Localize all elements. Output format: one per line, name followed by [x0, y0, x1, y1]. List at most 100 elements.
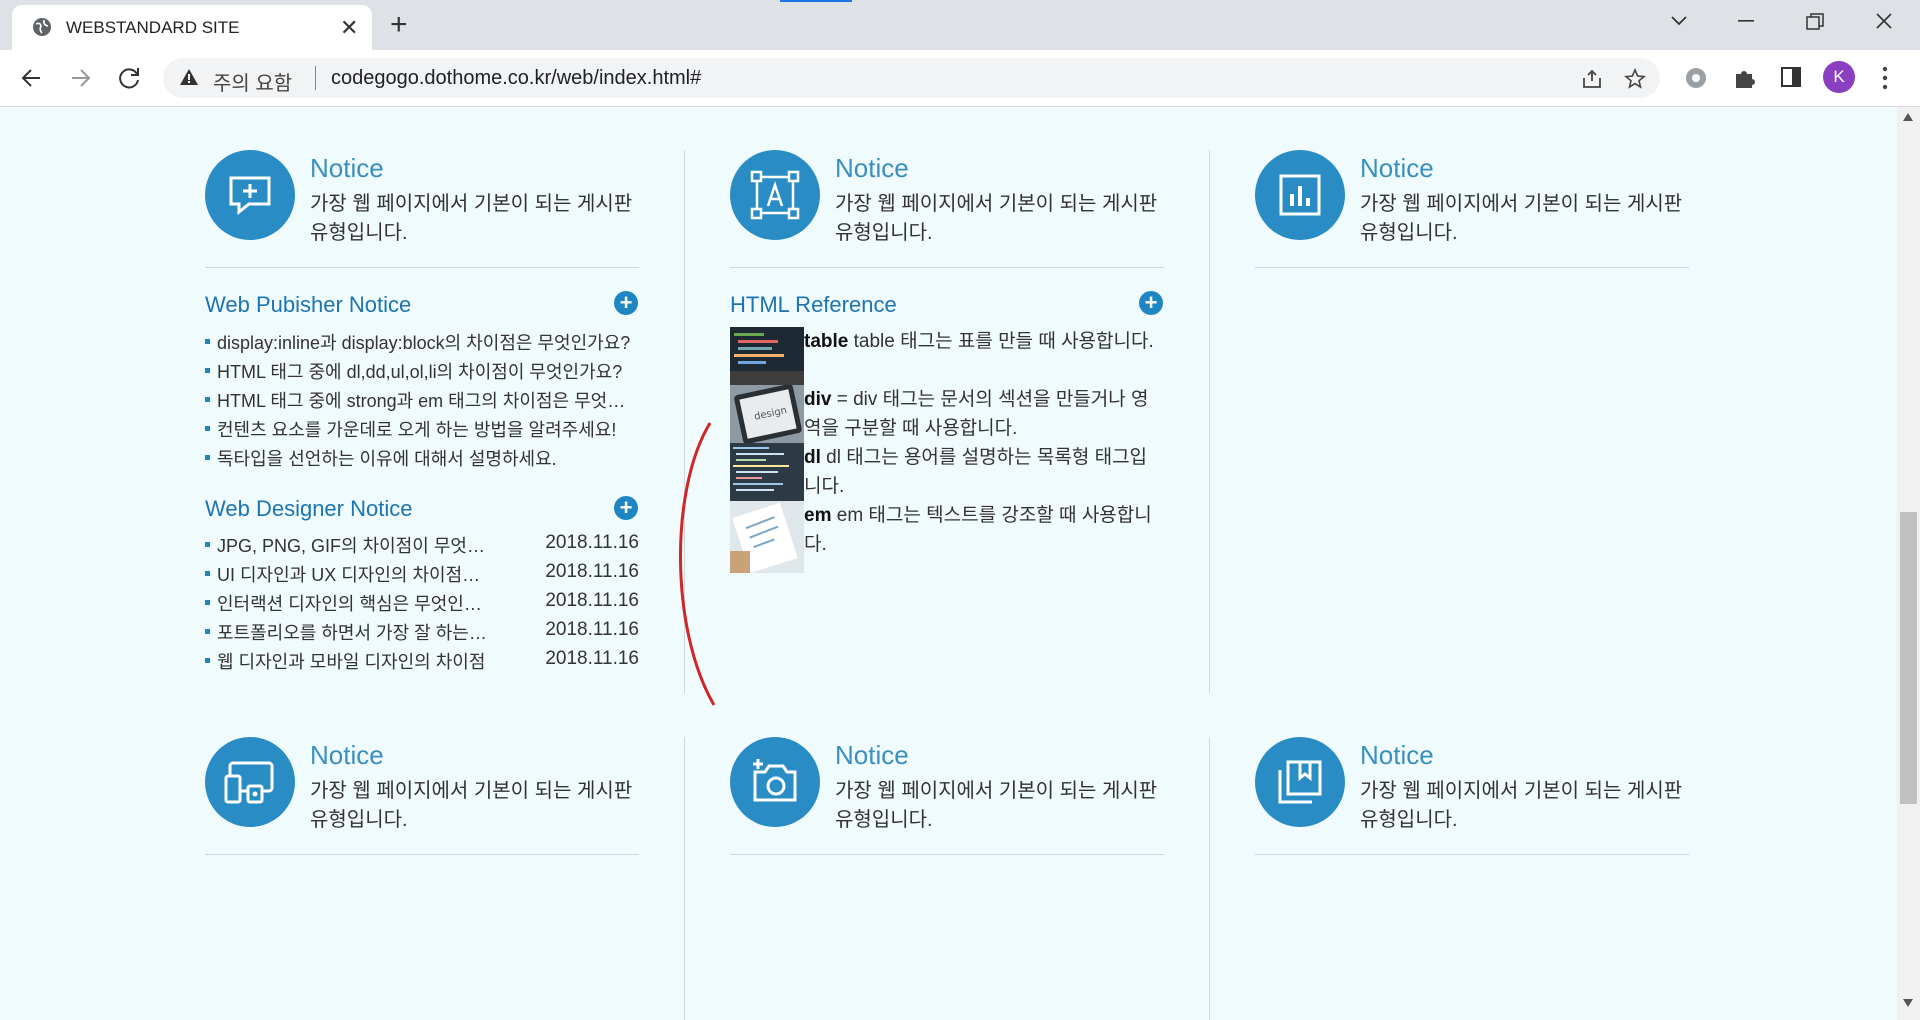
card-divider [730, 854, 1164, 855]
notice-card[interactable]: Notice 가장 웹 페이지에서 기본이 되는 게시판 유형입니다. [730, 737, 1164, 855]
scroll-down-icon[interactable] [1903, 999, 1913, 1007]
reference-item[interactable]: dl dl 태그는 용어를 설명하는 목록형 태그입니다. [730, 443, 1164, 501]
scroll-up-icon[interactable] [1903, 113, 1913, 121]
globe-icon [33, 18, 51, 36]
list-item[interactable]: 컨텐츠 요소를 가운데로 오게 하는 방법을 알려주세요! [205, 416, 635, 445]
notice-card-icon-circle [205, 150, 295, 240]
notice-card-title: Notice [1360, 153, 1434, 183]
restore-icon[interactable] [1806, 13, 1824, 31]
designer-notice-list: JPG, PNG, GIF의 차이점이 무엇인가요?2018.11.16 UI … [205, 532, 639, 677]
devices-icon [224, 761, 274, 804]
notice-card-icon-circle [730, 737, 820, 827]
list-item[interactable]: HTML 태그 중에 strong과 em 태그의 차이점은 무엇인가요? [205, 387, 635, 416]
card-divider [205, 267, 639, 268]
design-tablet-thumbnail: design [730, 385, 804, 443]
notice-card[interactable]: Notice 가장 웹 페이지에서 기본이 되는 게시판 유형입니다. [730, 150, 1164, 268]
notice-card-desc: 가장 웹 페이지에서 기본이 되는 게시판 유형입니다. [310, 780, 633, 831]
notice-card-desc: 가장 웹 페이지에서 기본이 되는 게시판 유형입니다. [835, 780, 1158, 831]
star-icon[interactable] [1624, 68, 1646, 90]
card-divider [205, 854, 639, 855]
list-item[interactable]: 독타입을 선언하는 이유에 대해서 설명하세요. [205, 445, 635, 474]
publisher-more-plus-icon[interactable]: + [614, 291, 638, 315]
reference-tag: em [804, 505, 832, 526]
notice-card-desc: 가장 웹 페이지에서 기본이 되는 게시판 유형입니다. [835, 193, 1158, 244]
notice-card[interactable]: Notice 가장 웹 페이지에서 기본이 되는 게시판 유형입니다. [205, 150, 639, 268]
bookmark-stack-icon [1278, 760, 1322, 804]
warning-icon [180, 69, 198, 85]
list-item[interactable]: JPG, PNG, GIF의 차이점이 무엇인가요?2018.11.16 [205, 532, 639, 561]
list-item[interactable]: 인터랙션 디자인의 핵심은 무엇인가요? 2018.11.16 [205, 590, 639, 619]
list-item[interactable]: 포트폴리오를 하면서 가장 잘 하는 방법 2018.11.16 [205, 619, 639, 648]
red-annotation-arc [679, 422, 716, 706]
notice-card-title: Notice [310, 740, 384, 770]
url-text[interactable]: codegogo.dothome.co.kr/web/index.html# [331, 67, 701, 90]
reference-item[interactable]: design div = div 태그는 문서의 섹션을 만들거나 영역을 구분… [730, 385, 1164, 443]
code-editor-thumbnail [730, 443, 804, 501]
security-label[interactable]: 주의 요함 [213, 67, 292, 96]
designer-notice-title[interactable]: Web Designer Notice [205, 496, 412, 522]
notice-card-icon-circle [730, 150, 820, 240]
reference-text: dl dl 태그는 용어를 설명하는 목록형 태그입니다. [804, 447, 1148, 497]
profile-avatar[interactable]: K [1823, 61, 1855, 93]
list-item[interactable]: 웹 디자인과 모바일 디자인의 차이점 2018.11.16 [205, 648, 639, 677]
code-screen-thumbnail [730, 327, 804, 385]
puzzle-icon[interactable] [1732, 66, 1756, 90]
list-item-date: 2018.11.16 [545, 561, 639, 582]
scrollbar-thumb[interactable] [1900, 512, 1917, 804]
notice-card-desc: 가장 웹 페이지에서 기본이 되는 게시판 유형입니다. [1360, 193, 1683, 244]
list-item[interactable]: HTML 태그 중에 dl,dd,ul,ol,li의 차이점이 무엇인가요? [205, 358, 635, 387]
notice-card-icon-circle [1255, 737, 1345, 827]
reference-text: table table 태그는 표를 만들 때 사용합니다. [804, 331, 1154, 352]
share-icon[interactable] [1581, 68, 1603, 90]
list-item-date: 2018.11.16 [545, 590, 639, 611]
paper-sketch-thumbnail [730, 501, 804, 573]
list-item-date: 2018.11.16 [545, 619, 639, 640]
column-divider [1209, 737, 1210, 1020]
publisher-notice-list: display:inline과 display:block의 차이점은 무엇인가… [205, 329, 635, 474]
new-tab-button[interactable]: + [390, 8, 408, 42]
notice-card-desc: 가장 웹 페이지에서 기본이 되는 게시판 유형입니다. [1360, 780, 1683, 831]
card-divider [1255, 854, 1689, 855]
publisher-notice-title[interactable]: Web Pubisher Notice [205, 292, 411, 318]
notice-card-icon-circle [1255, 150, 1345, 240]
tab-close-icon[interactable]: ✕ [340, 15, 358, 41]
reference-more-plus-icon[interactable]: + [1139, 291, 1163, 315]
html-reference-title[interactable]: HTML Reference [730, 292, 897, 318]
browser-toolbar: 주의 요함 codegogo.dothome.co.kr/web/index.h… [0, 50, 1920, 107]
list-item[interactable]: UI 디자인과 UX 디자인의 차이점은? 2018.11.16 [205, 561, 639, 590]
list-item-date: 2018.11.16 [545, 648, 639, 669]
extension-gear-icon[interactable] [1684, 66, 1708, 90]
address-separator [315, 66, 316, 90]
tab-search-chevron-icon[interactable] [1670, 14, 1688, 28]
bar-chart-icon [1279, 174, 1321, 216]
address-bar[interactable]: 주의 요함 codegogo.dothome.co.kr/web/index.h… [163, 58, 1660, 98]
minimize-icon[interactable] [1738, 20, 1754, 24]
notice-card[interactable]: Notice 가장 웹 페이지에서 기본이 되는 게시판 유형입니다. [1255, 150, 1689, 268]
reload-icon[interactable] [118, 66, 142, 90]
reference-item[interactable]: em em 태그는 텍스트를 강조할 때 사용합니다. [730, 501, 1164, 573]
menu-kebab-icon[interactable] [1882, 66, 1888, 90]
designer-more-plus-icon[interactable]: + [614, 496, 638, 520]
side-panel-icon[interactable] [1780, 66, 1802, 88]
browser-tab[interactable]: WEBSTANDARD SITE ✕ [12, 5, 372, 50]
column-divider [684, 737, 685, 1020]
text-frame-icon [750, 170, 800, 220]
notice-card-title: Notice [835, 153, 909, 183]
notice-card[interactable]: Notice 가장 웹 페이지에서 기본이 되는 게시판 유형입니다. [205, 737, 639, 855]
list-item[interactable]: display:inline과 display:block의 차이점은 무엇인가… [205, 329, 635, 358]
column-divider [1209, 150, 1210, 693]
reference-tag: table [804, 331, 849, 352]
list-item-date: 2018.11.16 [545, 532, 639, 553]
notice-card-title: Notice [1360, 740, 1434, 770]
card-divider [730, 267, 1164, 268]
back-icon[interactable] [20, 67, 42, 89]
notice-card-icon-circle [205, 737, 295, 827]
page-scrollbar[interactable] [1897, 107, 1920, 1020]
reference-text: div = div 태그는 문서의 섹션을 만들거나 영역을 구분할 때 사용합… [804, 389, 1149, 439]
forward-icon[interactable] [70, 67, 92, 89]
chat-plus-icon [229, 176, 271, 216]
window-close-icon[interactable] [1875, 12, 1893, 30]
page-content: Notice 가장 웹 페이지에서 기본이 되는 게시판 유형입니다. Noti… [0, 107, 1897, 1020]
notice-card[interactable]: Notice 가장 웹 페이지에서 기본이 되는 게시판 유형입니다. [1255, 737, 1689, 855]
reference-item[interactable]: table table 태그는 표를 만들 때 사용합니다. [730, 327, 1164, 385]
